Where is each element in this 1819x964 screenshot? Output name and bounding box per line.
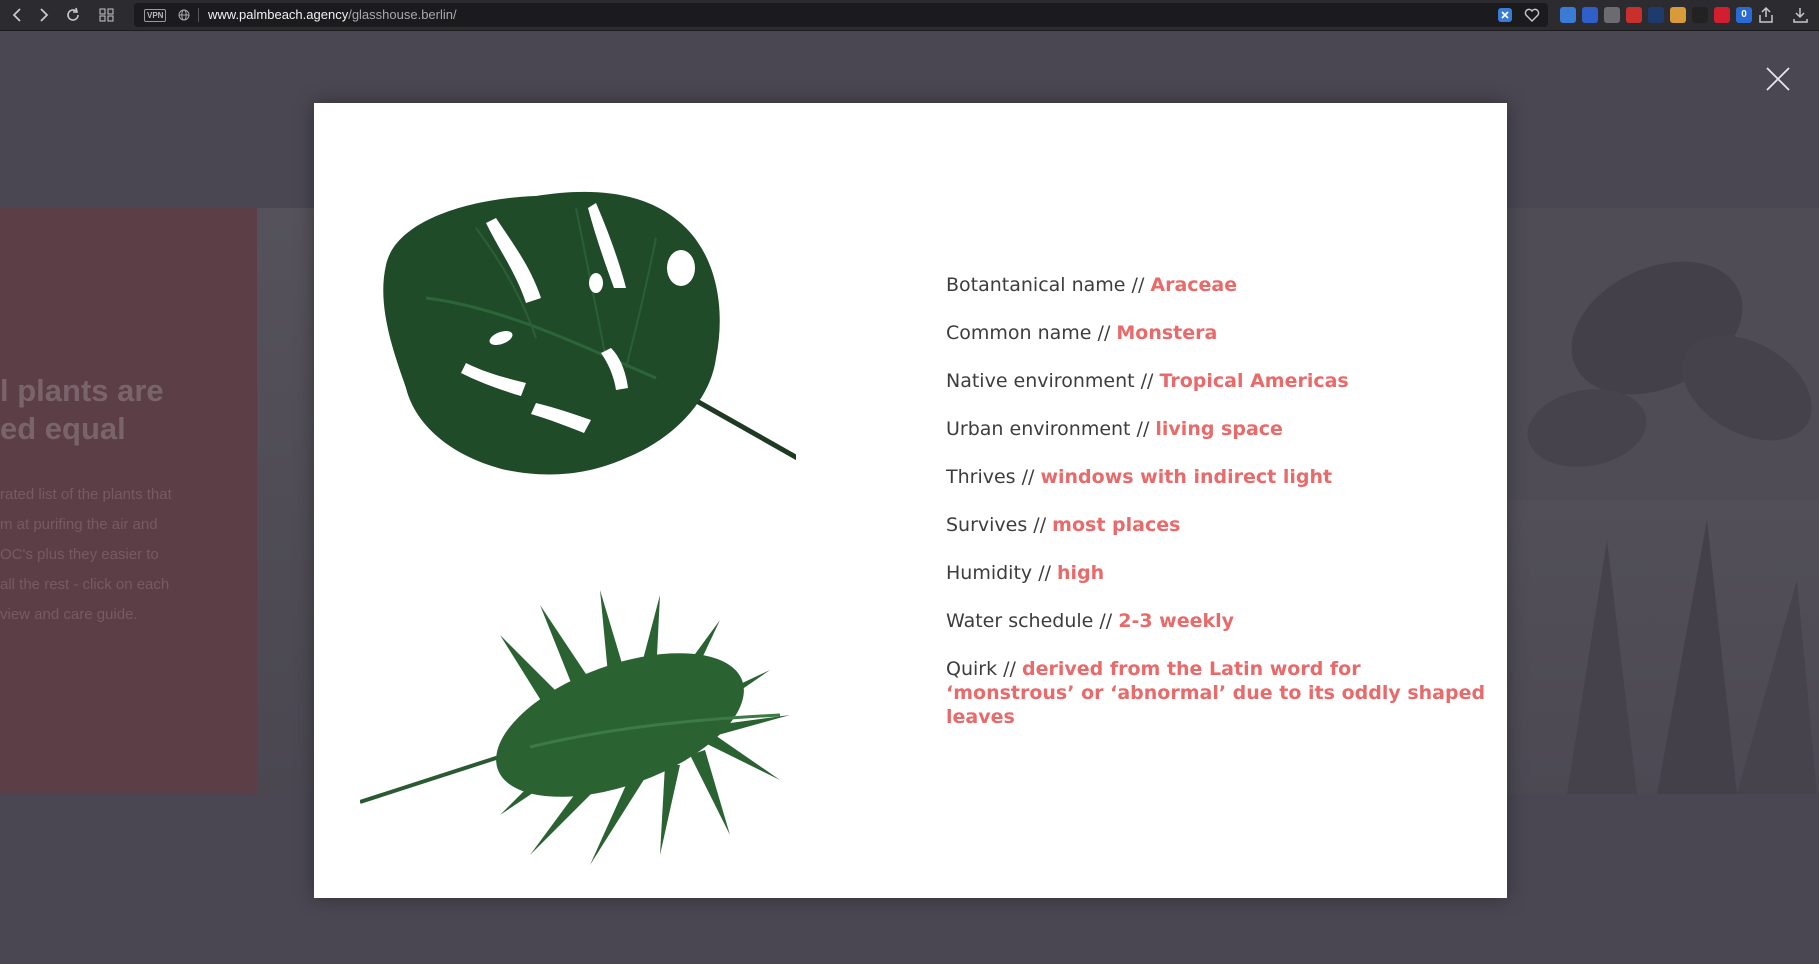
counter-label: 0 [1741,9,1747,20]
humidity-row: Humidity // high [946,561,1486,609]
red-extension-icon[interactable] [1626,7,1642,23]
url-host: www.palmbeach.agency [208,7,349,22]
thrives-row: Thrives // windows with indirect light [946,465,1486,513]
common-name-row: Common name // Monstera [946,321,1486,369]
row-label: Common name // [946,322,1117,344]
monstera-leaf-image [383,191,796,475]
row-value: 2-3 weekly [1118,610,1235,632]
philodendron-leaf-image [360,590,790,865]
background-leaf-image [1527,261,1812,467]
circle-icon[interactable] [1604,7,1620,23]
row-label: Thrives // [946,466,1041,488]
share-icon[interactable] [1758,6,1774,24]
browser-toolbar: VPN www.palmbeach.agency/glasshouse.berl… [0,0,1819,31]
row-value: Araceae [1150,274,1238,296]
pin-icon[interactable] [1714,7,1730,23]
reload-button[interactable] [62,5,84,25]
background-para-line: view and care guide. [0,606,138,623]
globe-icon [178,9,190,21]
row-label: Humidity // [946,562,1058,584]
row-label: Native environment // [946,370,1160,392]
row-value: Tropical Americas [1159,370,1349,392]
speed-dial-button[interactable] [96,5,118,25]
row-value: living space [1155,418,1283,440]
urban-environment-row: Urban environment // living space [946,417,1486,465]
background-plant-photo [257,208,314,794]
plant-info-modal: Botantanical name // Araceae Common name… [314,103,1507,898]
close-icon [1766,67,1790,91]
background-para-line: all the rest - click on each [0,576,170,593]
row-value: high [1057,562,1105,584]
cookie-icon[interactable] [1670,7,1686,23]
fs-icon[interactable] [1692,7,1708,23]
quirk-row: Quirk // derived from the Latin word for… [946,657,1486,729]
close-button[interactable] [1765,66,1791,92]
botanical-name-row: Botantanical name // Araceae [946,273,1486,321]
bookmark-heart-icon[interactable] [1524,8,1540,22]
row-value: windows with indirect light [1040,466,1333,488]
url-text[interactable]: www.palmbeach.agency/glasshouse.berlin/ [208,3,457,27]
row-value: derived from the Latin word for ‘monstro… [946,658,1486,728]
z-icon[interactable] [1582,7,1598,23]
bw-icon[interactable] [1648,7,1664,23]
native-environment-row: Native environment // Tropical Americas [946,369,1486,417]
counter-icon[interactable]: 0 [1736,7,1752,23]
row-label: Quirk // [946,658,1022,680]
background-heading: l plants are ed equal [0,372,257,448]
row-value: Monstera [1116,322,1218,344]
background-plant-photo [1507,208,1819,500]
water-schedule-row: Water schedule // 2-3 weekly [946,609,1486,657]
vpn-badge[interactable]: VPN [144,9,167,22]
background-para-line: rated list of the plants that [0,486,172,503]
plant-details: Botantanical name // Araceae Common name… [946,273,1486,729]
background-heading-line1: l plants are [0,373,164,408]
grid-icon [99,8,114,22]
forward-icon [40,8,49,22]
url-path: /glasshouse.berlin/ [348,7,457,22]
background-para-line: OC's plus they easier to [0,546,159,563]
forward-button[interactable] [33,5,55,25]
background-spiky-plant-image [1567,520,1817,794]
row-label: Urban environment // [946,418,1156,440]
background-para-line: m at purifing the air and [0,516,158,533]
reload-icon [67,7,79,21]
back-button[interactable] [7,5,29,25]
clear-url-icon[interactable] [1498,8,1512,22]
background-hero-panel: l plants are ed equal rated list of the … [0,208,257,794]
back-icon [12,8,21,22]
survives-row: Survives // most places [946,513,1486,561]
address-bar[interactable]: VPN www.palmbeach.agency/glasshouse.berl… [134,3,1548,27]
row-label: Water schedule // [946,610,1119,632]
background-heading-line2: ed equal [0,411,126,446]
background-plant-photo [1507,500,1819,794]
separator [198,8,199,22]
row-value: most places [1052,514,1181,536]
background-paragraph: rated list of the plants that m at purif… [0,480,200,630]
zotero-icon[interactable] [1560,7,1576,23]
row-label: Survives // [946,514,1053,536]
row-label: Botantanical name // [946,274,1151,296]
download-icon[interactable] [1792,6,1810,24]
